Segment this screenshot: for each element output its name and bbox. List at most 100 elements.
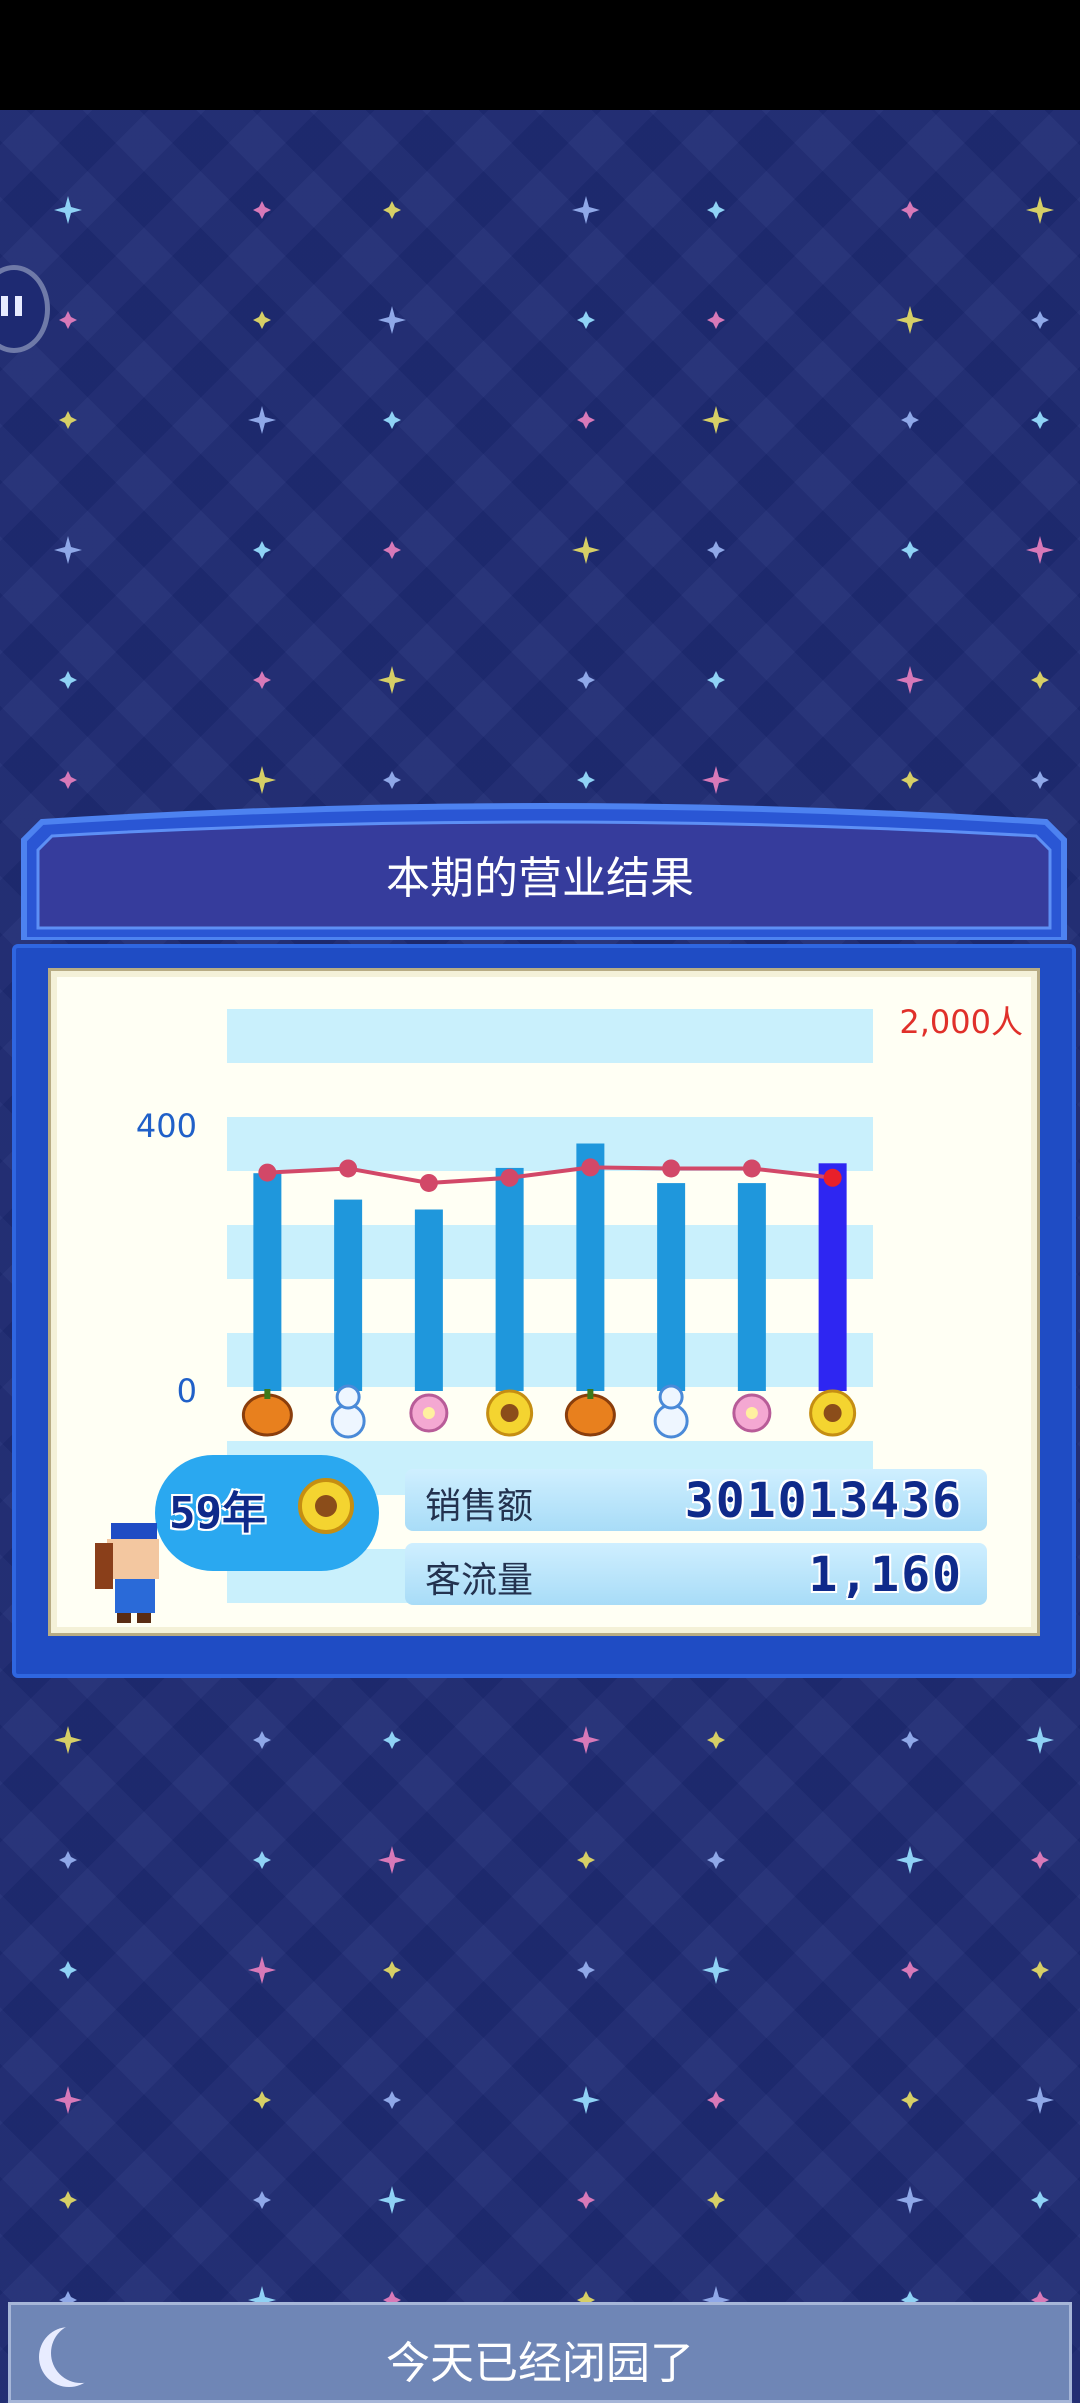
star-icon bbox=[707, 2091, 725, 2109]
star-icon bbox=[253, 201, 271, 219]
results-card: 400 0 2,000人 59年 销售额 301013436 客流量 1,160 bbox=[48, 968, 1040, 1636]
star-icon bbox=[383, 2091, 401, 2109]
visitor-point bbox=[258, 1163, 277, 1182]
star-icon bbox=[59, 671, 77, 689]
sunflower-icon bbox=[809, 1389, 857, 1437]
star-icon bbox=[378, 306, 406, 334]
grid-band bbox=[227, 1333, 873, 1387]
star-icon bbox=[383, 541, 401, 559]
visitor-point bbox=[662, 1159, 681, 1178]
star-icon bbox=[577, 311, 595, 329]
star-icon bbox=[702, 406, 730, 434]
star-icon bbox=[901, 201, 919, 219]
year-label: 59年 bbox=[169, 1488, 266, 1539]
star-icon bbox=[54, 1726, 82, 1754]
star-icon bbox=[383, 1731, 401, 1749]
sales-value: 301013436 bbox=[684, 1473, 963, 1529]
visitor-point bbox=[742, 1159, 761, 1178]
star-icon bbox=[896, 1846, 924, 1874]
chart-area: 400 0 2,000人 59年 销售额 301013436 客流量 1,160 bbox=[57, 977, 1031, 1627]
bar bbox=[253, 1173, 282, 1391]
star-icon bbox=[248, 1956, 276, 1984]
grid-band bbox=[227, 1117, 873, 1171]
star-icon bbox=[59, 1851, 77, 1869]
visitors-value: 1,160 bbox=[808, 1547, 963, 1603]
closed-status-bar[interactable]: 今天已经闭园了 bbox=[8, 2302, 1072, 2403]
star-icon bbox=[707, 541, 725, 559]
visitors-label: 客流量 bbox=[425, 1560, 534, 1601]
snowman-icon bbox=[330, 1384, 366, 1439]
star-icon bbox=[253, 1731, 271, 1749]
status-bar bbox=[0, 0, 1080, 110]
star-icon bbox=[901, 771, 919, 789]
star-icon bbox=[707, 671, 725, 689]
star-icon bbox=[577, 411, 595, 429]
right-axis-label: 2,000人 bbox=[899, 1003, 1023, 1041]
star-icon bbox=[1026, 536, 1054, 564]
star-icon bbox=[59, 771, 77, 789]
star-icon bbox=[702, 1956, 730, 1984]
star-icon bbox=[702, 766, 730, 794]
grid-band bbox=[227, 1009, 873, 1063]
star-icon bbox=[253, 2091, 271, 2109]
star-icon bbox=[707, 201, 725, 219]
y-tick-400: 400 bbox=[136, 1107, 197, 1145]
star-icon bbox=[378, 666, 406, 694]
star-icon bbox=[572, 2086, 600, 2114]
star-icon bbox=[248, 406, 276, 434]
star-icon bbox=[707, 311, 725, 329]
star-icon bbox=[59, 311, 77, 329]
star-icon bbox=[901, 1731, 919, 1749]
star-icon bbox=[577, 771, 595, 789]
star-icon bbox=[1031, 771, 1049, 789]
star-icon bbox=[1026, 1726, 1054, 1754]
grid-band bbox=[227, 1225, 873, 1279]
star-icon bbox=[577, 2191, 595, 2209]
star-icon bbox=[1031, 1961, 1049, 1979]
bar bbox=[576, 1143, 605, 1391]
star-icon bbox=[54, 2086, 82, 2114]
visitor-point bbox=[823, 1168, 842, 1187]
star-icon bbox=[383, 411, 401, 429]
star-icon bbox=[253, 1851, 271, 1869]
star-icon bbox=[1031, 1851, 1049, 1869]
star-icon bbox=[1031, 671, 1049, 689]
star-icon bbox=[1031, 411, 1049, 429]
pumpkin-icon bbox=[564, 1389, 616, 1437]
star-icon bbox=[54, 196, 82, 224]
bar bbox=[818, 1163, 847, 1391]
star-icon bbox=[253, 541, 271, 559]
blossom-icon bbox=[409, 1393, 449, 1433]
star-icon bbox=[383, 1961, 401, 1979]
visitor-point bbox=[419, 1173, 438, 1192]
star-icon bbox=[896, 306, 924, 334]
sales-label: 销售额 bbox=[425, 1486, 534, 1527]
star-icon bbox=[383, 201, 401, 219]
bar bbox=[737, 1183, 766, 1391]
visitor-point bbox=[339, 1159, 358, 1178]
star-icon bbox=[59, 411, 77, 429]
star-icon bbox=[378, 1846, 406, 1874]
star-icon bbox=[253, 311, 271, 329]
visitors-row: 客流量 1,160 bbox=[405, 1543, 987, 1605]
star-icon bbox=[901, 541, 919, 559]
character-avatar bbox=[95, 1523, 159, 1623]
star-icon bbox=[253, 671, 271, 689]
star-icon bbox=[383, 771, 401, 789]
sunflower-icon bbox=[486, 1389, 534, 1437]
panel-title: 本期的营业结果 bbox=[386, 853, 694, 904]
star-icon bbox=[707, 1851, 725, 1869]
star-icon bbox=[1026, 196, 1054, 224]
star-icon bbox=[707, 2191, 725, 2209]
star-icon bbox=[1031, 311, 1049, 329]
eye-icon bbox=[15, 296, 22, 316]
star-icon bbox=[577, 671, 595, 689]
star-icon bbox=[1031, 2191, 1049, 2209]
sunflower-icon bbox=[298, 1478, 354, 1534]
sales-row: 销售额 301013436 bbox=[405, 1469, 987, 1531]
bar bbox=[414, 1209, 443, 1391]
star-icon bbox=[1026, 2086, 1054, 2114]
bar bbox=[334, 1199, 363, 1391]
star-icon bbox=[572, 196, 600, 224]
pumpkin-icon bbox=[241, 1389, 293, 1437]
